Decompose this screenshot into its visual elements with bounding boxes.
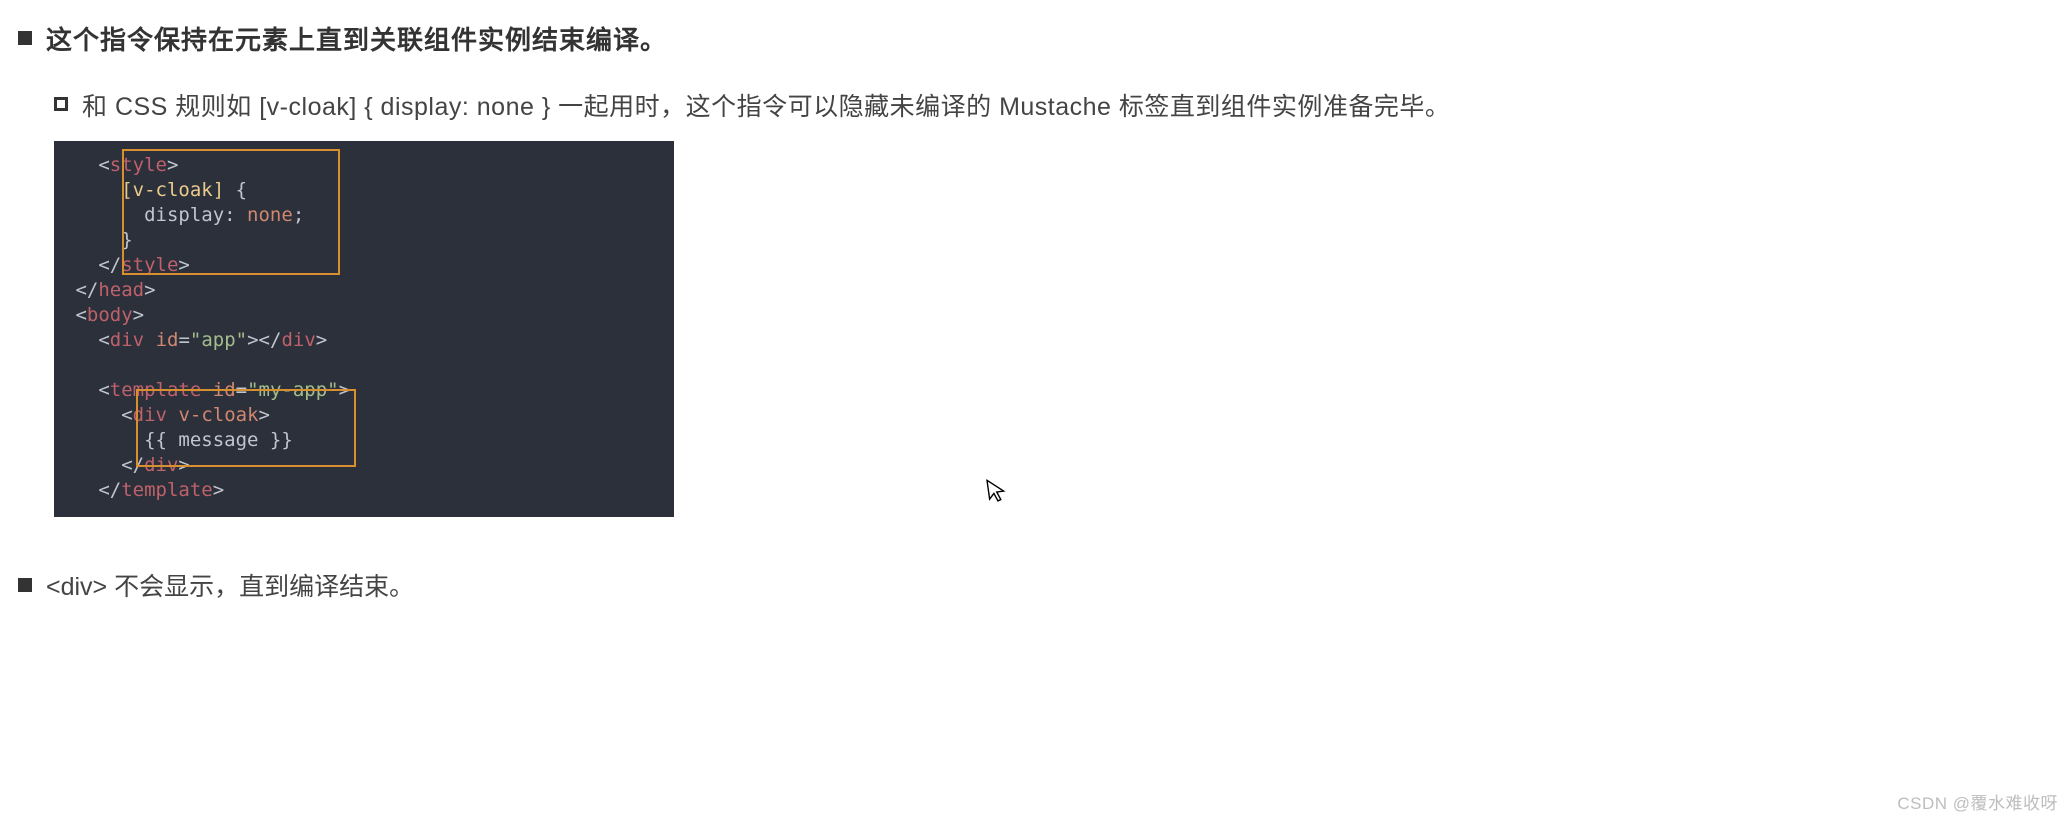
code-block: <style> [v-cloak] { display: none; } </s…: [54, 141, 674, 517]
square-hollow-icon: [54, 97, 68, 111]
highlight-box-div: [136, 389, 356, 467]
watermark: CSDN @覆水难收呀: [1897, 789, 2058, 814]
sub-bullet-item: 和 CSS 规则如 [v-cloak] { display: none } 一起…: [54, 87, 2052, 123]
bullet-item-2: <div> 不会显示，直到编译结束。: [18, 567, 2052, 603]
bullet-2-text: <div> 不会显示，直到编译结束。: [46, 567, 414, 603]
square-filled-icon: [18, 578, 32, 592]
sub-bullet-text: 和 CSS 规则如 [v-cloak] { display: none } 一起…: [82, 87, 1450, 123]
bullet-1-text: 这个指令保持在元素上直到关联组件实例结束编译。: [46, 20, 667, 57]
square-filled-icon: [18, 31, 32, 45]
highlight-box-style: [122, 149, 340, 275]
bullet-item-1: 这个指令保持在元素上直到关联组件实例结束编译。: [18, 20, 2052, 57]
